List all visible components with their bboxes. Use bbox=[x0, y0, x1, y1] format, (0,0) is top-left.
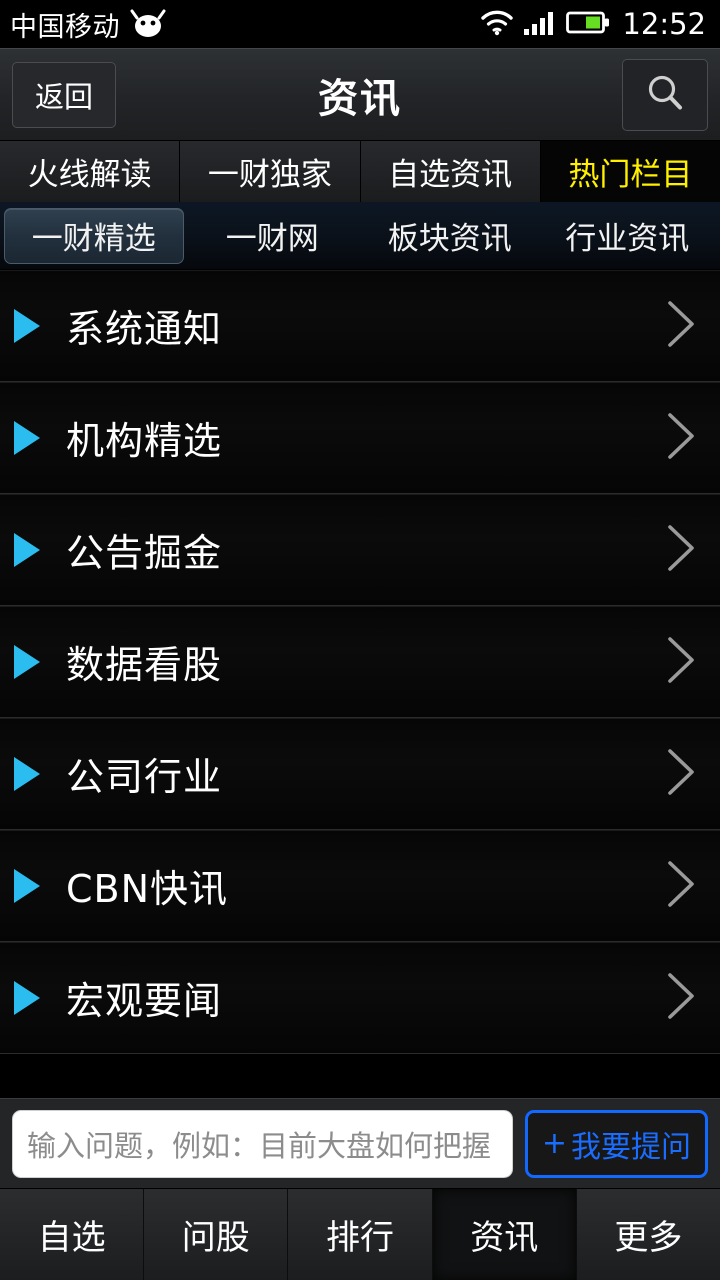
tab-huoxianjiedu[interactable]: 火线解读 bbox=[0, 141, 181, 202]
nav-item-zixun[interactable]: 资讯 bbox=[432, 1189, 577, 1280]
list-item[interactable]: 宏观要闻 bbox=[0, 942, 720, 1054]
tab-remenlanmu[interactable]: 热门栏目 bbox=[540, 141, 720, 202]
subtab-yicaijingxuan[interactable]: 一财精选 bbox=[4, 207, 184, 264]
search-icon bbox=[643, 71, 687, 119]
battery-icon bbox=[566, 9, 610, 40]
triangle-bullet-icon bbox=[14, 644, 40, 679]
news-category-list[interactable]: 系统通知 机构精选 公告掘金 数据看股 公司行业 CBN快讯 宏观要闻 bbox=[0, 270, 720, 1098]
tab-label: 自选资讯 bbox=[388, 157, 513, 193]
tab-label: 一财独家 bbox=[207, 157, 332, 193]
android-robot-icon bbox=[130, 9, 166, 39]
nav-item-label: 排行 bbox=[326, 1218, 394, 1258]
triangle-bullet-icon bbox=[14, 532, 40, 567]
app-screen: 中国移动 12:52 返回 资讯 火线解读 一财独家 自选资讯 热门栏目 一财精… bbox=[0, 0, 720, 1280]
subtab-yicaiwang[interactable]: 一财网 bbox=[184, 208, 362, 264]
nav-item-label: 问股 bbox=[181, 1218, 250, 1258]
plus-icon: + bbox=[541, 1126, 567, 1161]
list-item-label: 机构精选 bbox=[66, 419, 223, 463]
subtab-label: 一财精选 bbox=[31, 221, 156, 257]
list-item[interactable]: 机构精选 bbox=[0, 382, 720, 494]
ask-question-input[interactable]: 输入问题，例如：目前大盘如何把握 bbox=[12, 1109, 513, 1178]
triangle-bullet-icon bbox=[14, 420, 40, 455]
back-button[interactable]: 返回 bbox=[12, 61, 116, 128]
triangle-bullet-icon bbox=[14, 868, 40, 903]
bottom-nav-bar: 自选 问股 排行 资讯 更多 bbox=[0, 1188, 720, 1280]
list-item-label: 公告掘金 bbox=[66, 531, 223, 575]
chevron-right-icon bbox=[660, 519, 702, 581]
list-item[interactable]: 公告掘金 bbox=[0, 494, 720, 606]
ask-input-placeholder: 输入问题，例如：目前大盘如何把握 bbox=[27, 1128, 492, 1163]
triangle-bullet-icon bbox=[14, 756, 40, 791]
tab-zixuanzixun[interactable]: 自选资讯 bbox=[360, 141, 541, 202]
triangle-bullet-icon bbox=[14, 308, 40, 343]
nav-item-paihang[interactable]: 排行 bbox=[288, 1189, 433, 1280]
status-icons: 12:52 bbox=[480, 7, 706, 41]
nav-item-label: 资讯 bbox=[470, 1218, 539, 1258]
list-item[interactable]: 系统通知 bbox=[0, 270, 720, 382]
back-button-label: 返回 bbox=[34, 79, 93, 114]
carrier-label: 中国移动 bbox=[10, 11, 120, 43]
nav-item-zixuan[interactable]: 自选 bbox=[0, 1189, 145, 1280]
chevron-right-icon bbox=[660, 967, 702, 1029]
list-item-label: 系统通知 bbox=[66, 307, 223, 351]
ask-question-button[interactable]: + 我要提问 bbox=[524, 1109, 708, 1178]
list-item-label: 宏观要闻 bbox=[66, 979, 223, 1023]
subtab-label: 板块资讯 bbox=[387, 221, 512, 257]
header-bar: 返回 资讯 bbox=[0, 48, 720, 140]
list-item[interactable]: 数据看股 bbox=[0, 606, 720, 718]
triangle-bullet-icon bbox=[14, 980, 40, 1015]
wifi-icon bbox=[480, 9, 514, 40]
chevron-right-icon bbox=[660, 295, 702, 357]
status-bar: 中国移动 12:52 bbox=[0, 0, 720, 48]
search-button[interactable] bbox=[622, 58, 708, 131]
clock-label: 12:52 bbox=[622, 7, 706, 41]
primary-tab-bar: 火线解读 一财独家 自选资讯 热门栏目 bbox=[0, 140, 720, 202]
nav-item-wengu[interactable]: 问股 bbox=[144, 1189, 289, 1280]
subtab-bankuaizixun[interactable]: 板块资讯 bbox=[361, 208, 539, 264]
list-item[interactable]: 公司行业 bbox=[0, 718, 720, 830]
tab-yicaidujia[interactable]: 一财独家 bbox=[180, 141, 361, 202]
list-item-label: 公司行业 bbox=[66, 755, 223, 799]
chevron-right-icon bbox=[660, 743, 702, 805]
tab-label: 热门栏目 bbox=[568, 157, 693, 193]
ask-question-button-label: 我要提问 bbox=[571, 1129, 691, 1165]
list-item[interactable]: CBN快讯 bbox=[0, 830, 720, 942]
tab-label: 火线解读 bbox=[27, 157, 152, 193]
nav-item-label: 自选 bbox=[37, 1218, 106, 1258]
secondary-tab-bar: 一财精选 一财网 板块资讯 行业资讯 bbox=[0, 202, 720, 270]
chevron-right-icon bbox=[660, 631, 702, 693]
list-item-label: 数据看股 bbox=[66, 643, 223, 687]
list-item-label: CBN快讯 bbox=[66, 867, 229, 911]
subtab-hangyezixun[interactable]: 行业资讯 bbox=[539, 208, 717, 264]
ask-question-bar: 输入问题，例如：目前大盘如何把握 + 我要提问 bbox=[0, 1098, 720, 1188]
subtab-label: 一财网 bbox=[225, 221, 319, 257]
subtab-label: 行业资讯 bbox=[565, 221, 690, 257]
cellular-signal-icon bbox=[523, 9, 557, 40]
nav-item-label: 更多 bbox=[614, 1218, 683, 1258]
nav-item-gengduo[interactable]: 更多 bbox=[576, 1189, 720, 1280]
chevron-right-icon bbox=[660, 407, 702, 469]
chevron-right-icon bbox=[660, 855, 702, 917]
